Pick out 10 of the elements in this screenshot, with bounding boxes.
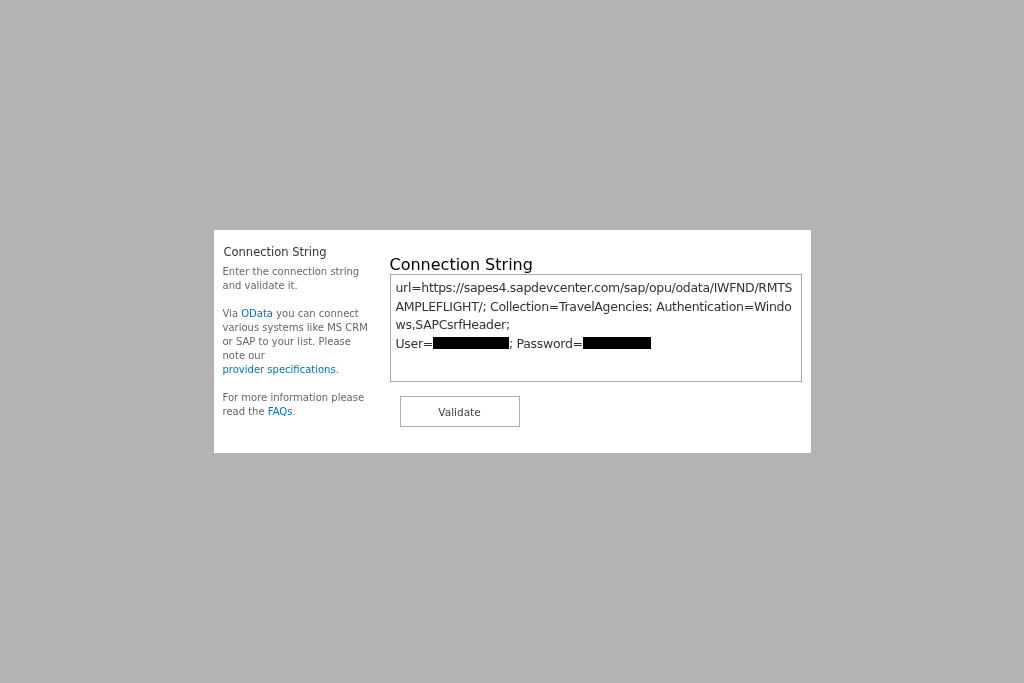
validate-button[interactable]: Validate (399, 396, 520, 427)
redaction-block (582, 336, 651, 349)
connection-string-field[interactable]: url=https://sapes4.sapdevcenter.com/sap/opu/odata/IWFND/RMTSAMPLEFLIGHT/; Collection=TravelAgencies; Authentication=Windows,SAPCsrfHeader; User= ; Password= (389, 274, 802, 382)
help-paragraph: Enter the connection string and validate it. (222, 265, 361, 293)
help-paragraph: Via OData you can connect various systems like MS CRM or SAP to your list. Please note our provider specifications. (222, 307, 369, 377)
help-paragraph: For more information please read the FAQs. (222, 391, 366, 419)
link[interactable]: provider specifications (222, 364, 336, 375)
link[interactable]: OData (241, 308, 273, 319)
field-label: Connection String (389, 255, 533, 274)
sidebar-title: Connection String (223, 245, 328, 259)
